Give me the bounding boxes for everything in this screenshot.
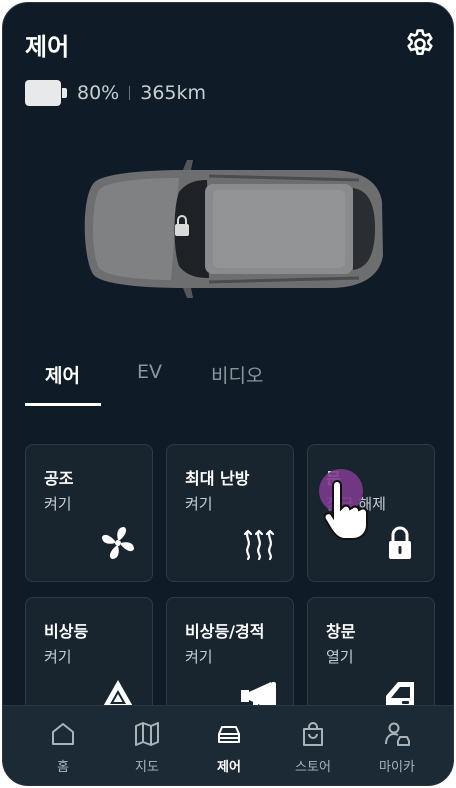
nav-label: 홈 (57, 760, 69, 775)
card-title: 최대 난방 (185, 469, 250, 488)
tab-ev[interactable]: EV (137, 361, 162, 383)
tab-bar: 제어 EV 비디오 (3, 353, 453, 409)
nav-store[interactable]: 스토어 (275, 720, 351, 775)
heat-waves-icon (243, 529, 275, 561)
nav-label: 마이카 (379, 760, 415, 775)
battery-icon (25, 80, 67, 106)
climate-card[interactable]: 공조 켜기 (25, 444, 153, 582)
user-car-icon (385, 722, 410, 746)
tab-control[interactable]: 제어 (45, 361, 80, 388)
active-tab-indicator (25, 403, 101, 406)
car-top-view-image (84, 160, 383, 298)
battery-percent: 80% (77, 82, 120, 104)
map-icon (135, 722, 159, 746)
driving-range: 365km (140, 82, 207, 104)
card-action: 켜기 (185, 495, 213, 513)
battery-status: 80% 365km (25, 79, 206, 107)
shopping-bag-icon (303, 722, 323, 746)
nav-control[interactable]: 제어 (191, 720, 267, 775)
gear-icon[interactable] (403, 27, 437, 61)
app-screen: 제어 80% 365km 제어 EV 비디오 공조 켜기 최대 난방 켜기 해제… (2, 2, 454, 786)
nav-home[interactable]: 홈 (25, 720, 101, 775)
bottom-navigation: 홈 지도 제어 스토어 마이카 (3, 705, 453, 785)
tab-video[interactable]: 비디오 (211, 361, 263, 388)
nav-mycar[interactable]: 마이카 (359, 720, 435, 775)
card-action: 켜기 (44, 495, 72, 513)
nav-label: 제어 (217, 760, 241, 775)
nav-label: 스토어 (295, 760, 331, 775)
card-title: 공조 (44, 469, 74, 488)
card-title: 비상등/경적 (185, 622, 265, 641)
status-divider (129, 86, 131, 100)
home-icon (52, 723, 74, 745)
card-title: 창문 (326, 622, 356, 641)
lock-icon (389, 526, 411, 559)
max-heat-card[interactable]: 최대 난방 켜기 (166, 444, 294, 582)
fan-icon (102, 527, 134, 559)
card-action: 켜기 (44, 648, 72, 666)
pointer-hand-icon (323, 480, 368, 540)
card-action: 켜기 (185, 648, 213, 666)
card-title: 비상등 (44, 622, 89, 641)
nav-label: 지도 (135, 760, 159, 775)
nav-map[interactable]: 지도 (109, 720, 185, 775)
car-icon (218, 726, 240, 743)
card-action: 열기 (326, 648, 354, 666)
page-title: 제어 (25, 33, 70, 61)
